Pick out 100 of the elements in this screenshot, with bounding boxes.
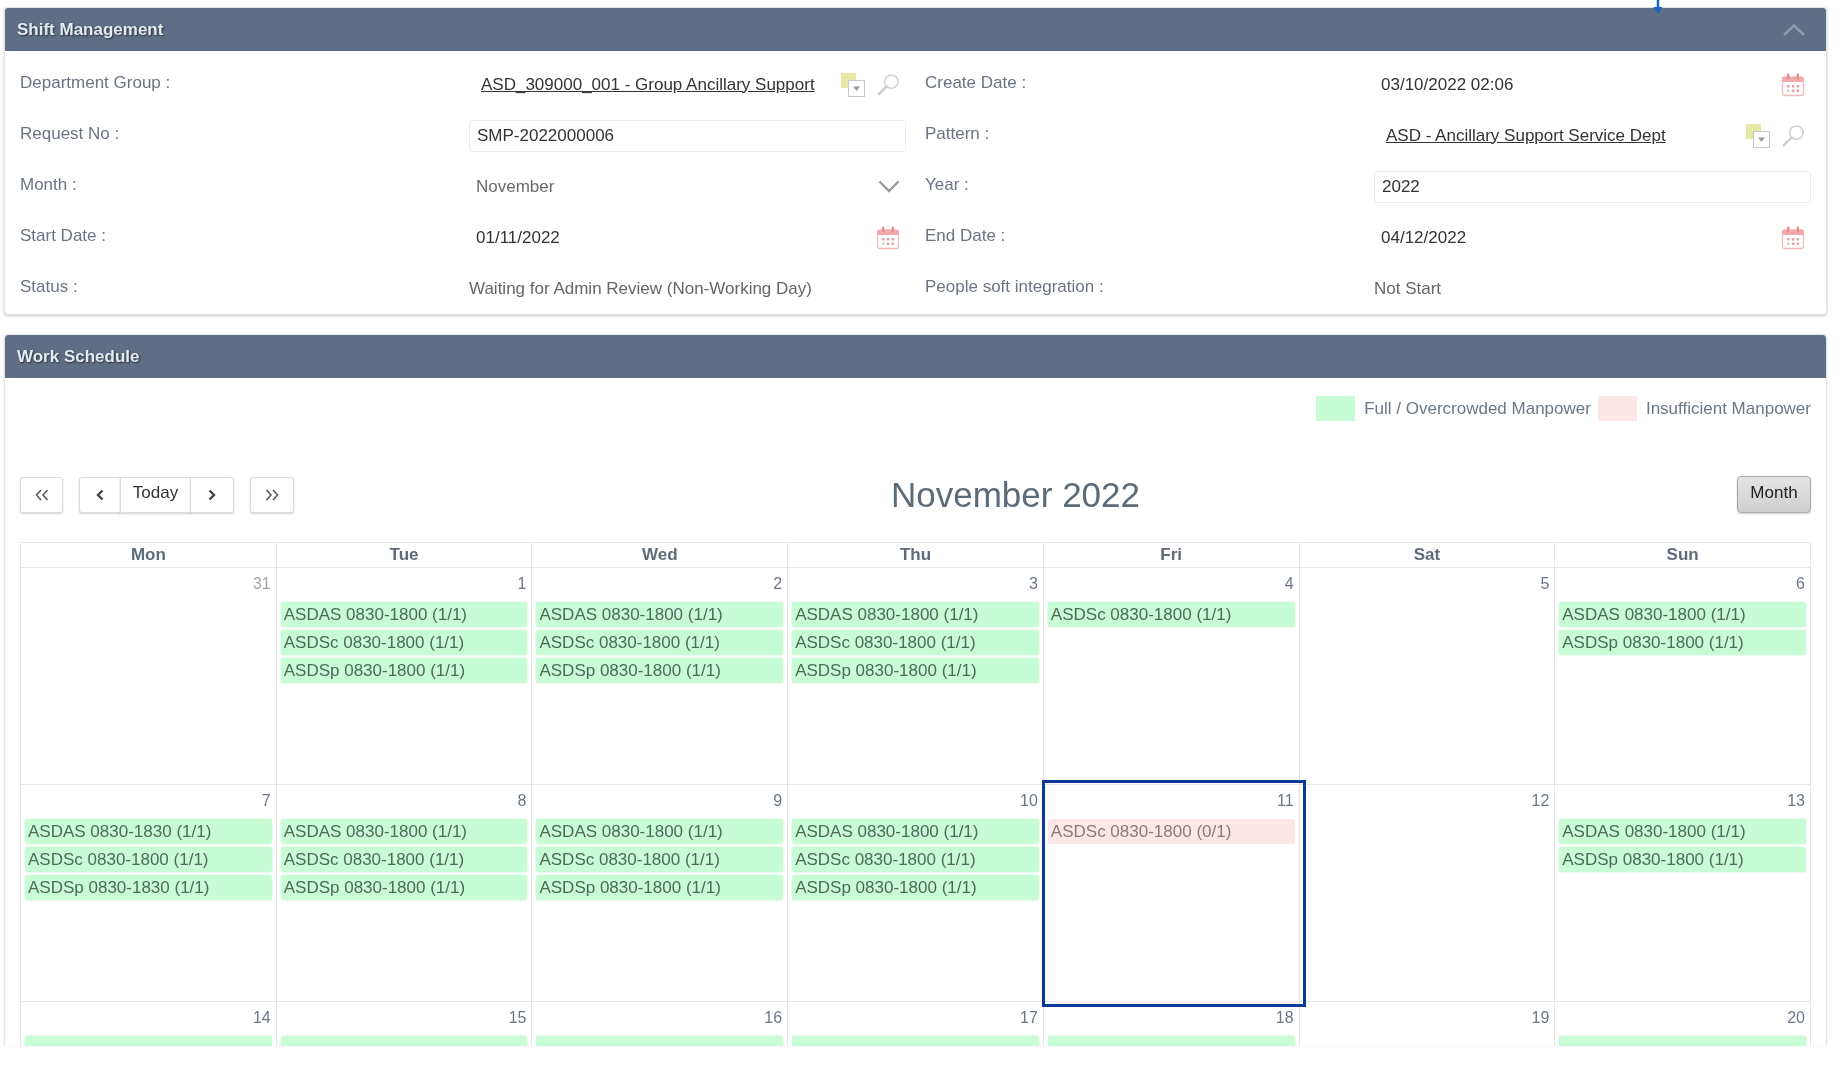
day-cell[interactable]: 12 xyxy=(1299,785,1556,1002)
day-cell[interactable]: 4 ASDSc 0830-1800 (1/1) xyxy=(1043,568,1300,785)
field-label: Start Date : xyxy=(20,225,107,246)
shift-event[interactable]: ASDSp 0830-1800 (1/1) xyxy=(1559,847,1806,872)
dropdown-list-icon[interactable] xyxy=(841,72,865,97)
search-icon[interactable] xyxy=(1782,124,1805,147)
dropdown-field[interactable]: November xyxy=(469,170,906,203)
day-number: 6 xyxy=(1796,574,1805,594)
text-input[interactable]: SMP-2022000006 xyxy=(469,119,906,152)
shift-event[interactable]: ASDSc 0830-1800 (1/1) xyxy=(536,630,784,655)
day-cell[interactable]: 7 ASDAS 0830-1830 (1/1) ASDSc 0830-1800 (1/1) ASDSp 0830-1830 (1/1) xyxy=(21,785,277,1002)
next-month-button[interactable] xyxy=(190,476,234,513)
day-cell[interactable]: 18 xyxy=(1043,1002,1300,1046)
prev-month-button[interactable] xyxy=(79,476,121,513)
dropdown-list-icon[interactable] xyxy=(1746,123,1770,148)
weekday-header: Thu xyxy=(788,543,1044,567)
day-cell[interactable]: 15 xyxy=(276,1002,533,1046)
day-cell[interactable]: 8 ASDAS 0830-1800 (1/1) ASDSc 0830-1800 (1/1) ASDSp 0830-1800 (1/1) xyxy=(276,785,533,1002)
down-arrow-icon xyxy=(1653,0,1663,14)
shift-event[interactable]: ASDAS 0830-1800 (1/1) xyxy=(792,602,1039,627)
shift-event[interactable]: ASDAS 0830-1800 (1/1) xyxy=(280,819,528,844)
day-cell[interactable]: 2 ASDAS 0830-1800 (1/1) ASDSc 0830-1800 (1/1) ASDSp 0830-1800 (1/1) xyxy=(532,568,789,785)
day-number: 9 xyxy=(773,791,783,811)
shift-event[interactable]: ASDSc 0830-1800 (1/1) xyxy=(280,630,528,655)
day-number: 4 xyxy=(1284,574,1294,594)
weekday-header: Sun xyxy=(1555,543,1811,567)
field-value: Not Start xyxy=(1374,278,1442,299)
day-cell[interactable]: 10 ASDAS 0830-1800 (1/1) ASDSc 0830-1800 (1/1) ASDSp 0830-1800 (1/1) xyxy=(788,785,1044,1002)
field-label: End Date : xyxy=(925,225,1007,246)
calendar-icon[interactable] xyxy=(1781,225,1805,250)
shift-event[interactable]: ASDSp 0830-1800 (1/1) xyxy=(792,658,1039,683)
shift-event[interactable]: ASDSp 0830-1800 (1/1) xyxy=(280,875,528,900)
weekday-header: Fri xyxy=(1043,543,1300,567)
chevron-down-icon xyxy=(878,180,900,193)
calendar-icon[interactable] xyxy=(1781,72,1805,97)
shift-event[interactable]: ASDSc 0830-1800 (1/1) xyxy=(792,847,1039,872)
chevron-up-icon[interactable] xyxy=(1782,22,1806,37)
day-cell[interactable]: 16 xyxy=(532,1002,789,1046)
day-cell[interactable]: 11 ASDSc 0830-1800 (0/1) xyxy=(1043,785,1300,1002)
panel-title: Work Schedule xyxy=(17,346,140,367)
legend-label: Insufficient Manpower xyxy=(1645,398,1811,419)
day-cell[interactable]: 13 ASDAS 0830-1800 (1/1) ASDSp 0830-1800 (1/1) xyxy=(1555,785,1811,1002)
shift-event[interactable]: ASDAS 0830-1800 (1/1) xyxy=(1559,819,1806,844)
day-cell[interactable]: 1 ASDAS 0830-1800 (1/1) ASDSc 0830-1800 (1/1) ASDSp 0830-1800 (1/1) xyxy=(276,568,533,785)
day-cell[interactable]: 6 ASDAS 0830-1800 (1/1) ASDSp 0830-1800 (1/1) xyxy=(1555,568,1811,785)
next-year-button[interactable] xyxy=(250,476,294,513)
date-field[interactable]: 04/12/2022 xyxy=(1374,221,1811,254)
shift-event[interactable]: ASDSp 0830-1830 (1/1) xyxy=(25,875,272,900)
weekday-header: Sat xyxy=(1299,543,1556,567)
field-label: Department Group : xyxy=(20,72,172,93)
shift-event[interactable]: ASDSp 0830-1800 (1/1) xyxy=(792,875,1039,900)
day-number: 20 xyxy=(1787,1008,1805,1028)
shift-event[interactable]: ASDSc 0830-1800 (0/1) xyxy=(1047,819,1295,844)
shift-event[interactable]: ASDSp 0830-1800 (1/1) xyxy=(1559,630,1806,655)
day-cell[interactable]: 20 xyxy=(1555,1002,1811,1046)
shift-event[interactable]: ASDAS 0830-1800 (1/1) xyxy=(536,819,784,844)
day-cell[interactable]: 5 xyxy=(1299,568,1556,785)
day-number: 10 xyxy=(1020,791,1038,811)
day-number: 5 xyxy=(1540,574,1550,594)
search-icon[interactable] xyxy=(877,73,900,96)
shift-event[interactable]: ASDSc 0830-1800 (1/1) xyxy=(280,847,528,872)
day-cell[interactable]: 14 xyxy=(21,1002,277,1046)
day-cell[interactable]: 3 ASDAS 0830-1800 (1/1) ASDSc 0830-1800 (1/1) ASDSp 0830-1800 (1/1) xyxy=(788,568,1044,785)
month-view-button[interactable]: Month xyxy=(1737,476,1811,513)
calendar-title: November 2022 xyxy=(890,474,1140,515)
day-number: 11 xyxy=(1276,791,1294,811)
text-input[interactable]: 2022 xyxy=(1374,170,1811,203)
shift-event[interactable]: ASDAS 0830-1800 (1/1) xyxy=(280,602,528,627)
shift-event[interactable]: ASDAS 0830-1800 (1/1) xyxy=(792,819,1039,844)
day-number: 8 xyxy=(517,791,527,811)
day-number: 12 xyxy=(1531,791,1550,811)
shift-event[interactable]: ASDSp 0830-1800 (1/1) xyxy=(536,875,784,900)
lookup-link[interactable]: ASD_309000_001 - Group Ancillary Support xyxy=(469,74,841,95)
lookup-link[interactable]: ASD - Ancillary Support Service Dept xyxy=(1374,125,1746,146)
date-field[interactable]: 03/10/2022 02:06 xyxy=(1374,68,1811,101)
shift-event[interactable]: ASDSp 0830-1800 (1/1) xyxy=(280,658,528,683)
weekday-header: Tue xyxy=(276,543,533,567)
day-number: 3 xyxy=(1028,574,1038,594)
day-number: 16 xyxy=(764,1008,783,1028)
prev-year-button[interactable] xyxy=(20,476,63,513)
day-number: 2 xyxy=(773,574,783,594)
day-cell[interactable]: 19 xyxy=(1299,1002,1556,1046)
day-number: 1 xyxy=(517,574,527,594)
day-cell[interactable]: 9 ASDAS 0830-1800 (1/1) ASDSc 0830-1800 (1/1) ASDSp 0830-1800 (1/1) xyxy=(532,785,789,1002)
calendar-icon[interactable] xyxy=(876,225,900,250)
shift-event[interactable]: ASDSc 0830-1800 (1/1) xyxy=(536,847,784,872)
shift-event[interactable]: ASDSc 0830-1800 (1/1) xyxy=(1047,602,1295,627)
shift-event[interactable]: ASDAS 0830-1800 (1/1) xyxy=(536,602,784,627)
day-cell[interactable]: 17 xyxy=(788,1002,1044,1046)
shift-event[interactable]: ASDSp 0830-1800 (1/1) xyxy=(536,658,784,683)
day-number: 17 xyxy=(1020,1008,1038,1028)
shift-event[interactable]: ASDAS 0830-1830 (1/1) xyxy=(25,819,272,844)
shift-event[interactable]: ASDAS 0830-1800 (1/1) xyxy=(1559,602,1806,627)
date-field[interactable]: 01/11/2022 xyxy=(469,221,906,254)
field-label: Pattern : xyxy=(925,123,991,144)
shift-event[interactable]: ASDSc 0830-1800 (1/1) xyxy=(792,630,1039,655)
field-label: Create Date : xyxy=(925,72,1028,93)
today-button[interactable]: Today xyxy=(120,476,191,513)
panel-title: Shift Management xyxy=(17,19,164,40)
shift-event[interactable]: ASDSc 0830-1800 (1/1) xyxy=(25,847,272,872)
